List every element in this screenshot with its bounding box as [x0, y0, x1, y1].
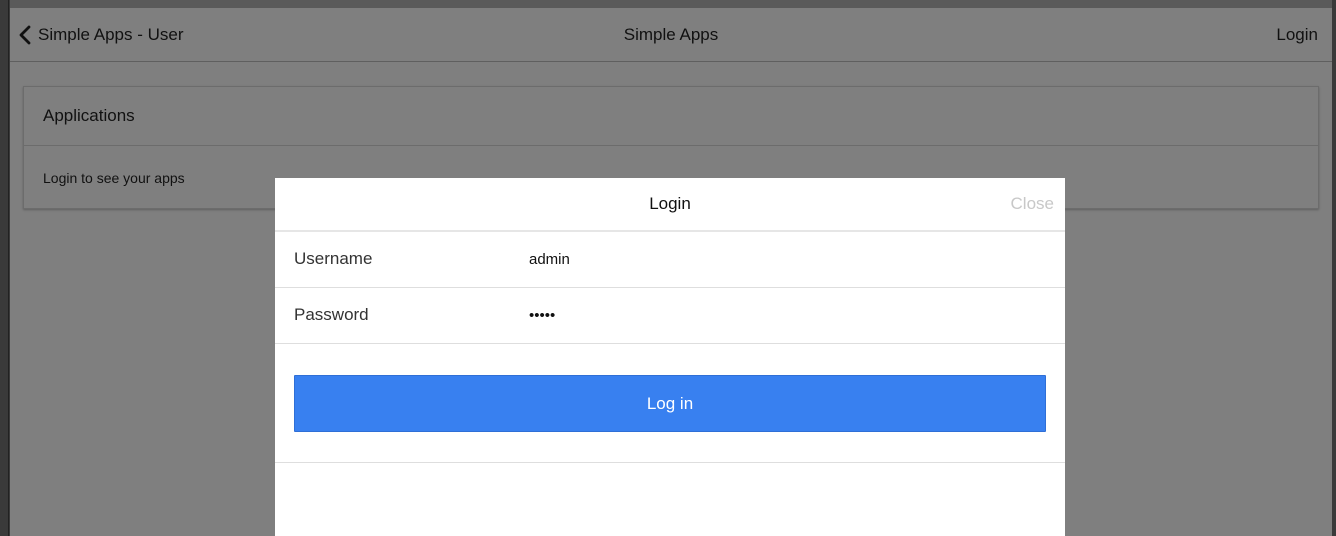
window-frame-left [0, 0, 10, 536]
back-button[interactable]: Simple Apps - User [18, 22, 184, 48]
username-input[interactable] [529, 242, 1029, 276]
password-label: Password [294, 305, 369, 324]
username-label: Username [294, 249, 373, 268]
close-button[interactable]: Close [1011, 194, 1054, 214]
top-navigation-bar: Simple Apps - User Simple Apps Login [10, 8, 1332, 62]
password-input[interactable] [529, 298, 1029, 332]
page-title-wrapper: Simple Apps [10, 25, 1332, 45]
chevron-left-icon [19, 25, 31, 45]
back-button-label: Simple Apps - User [38, 25, 184, 44]
log-in-button[interactable]: Log in [294, 375, 1046, 432]
login-nav-button[interactable]: Login [1276, 25, 1318, 45]
login-modal-header: Login Close [275, 178, 1065, 232]
login-modal: Login Close Username Password Log in [275, 178, 1065, 536]
window-frame-top [0, 0, 1336, 8]
login-button-area: Log in [275, 344, 1065, 463]
page-title: Simple Apps [623, 25, 719, 44]
username-row: Username [275, 232, 1065, 288]
window-frame-right [1332, 0, 1336, 536]
applications-card-header: Applications [24, 87, 1318, 146]
password-row: Password [275, 288, 1065, 344]
login-modal-title: Login [649, 194, 691, 213]
